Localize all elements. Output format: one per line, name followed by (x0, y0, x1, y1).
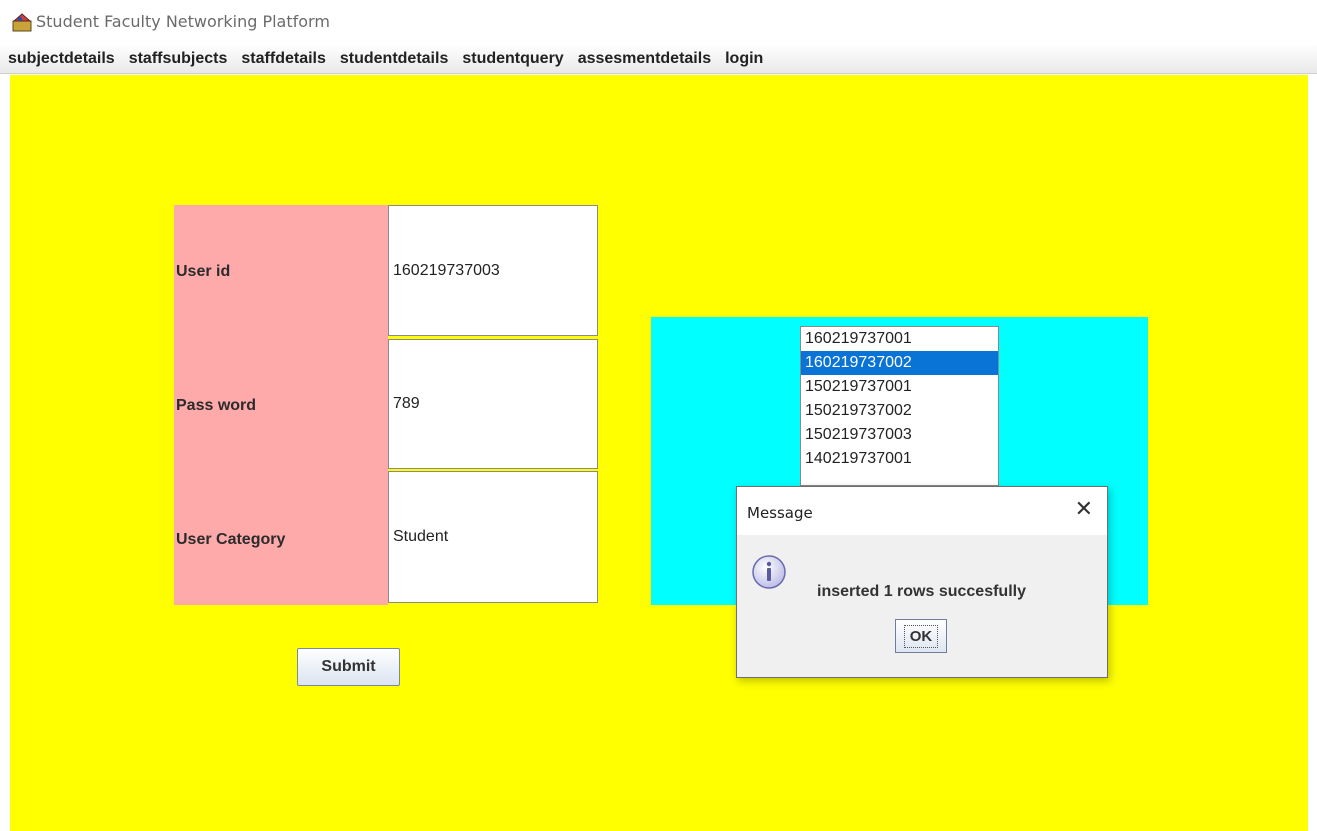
ok-button-label: OK (903, 624, 939, 648)
list-item[interactable]: 160219737001 (801, 327, 998, 351)
password-field[interactable]: 789 (388, 339, 598, 469)
menu-login[interactable]: login (725, 50, 763, 68)
menu-subjectdetails[interactable]: subjectdetails (8, 50, 115, 68)
list-item[interactable]: 140219737001 (801, 447, 998, 471)
list-item[interactable]: 150219737003 (801, 423, 998, 447)
user-id-list[interactable]: 160219737001 160219737002 150219737001 1… (800, 326, 999, 486)
menu-staffdetails[interactable]: staffdetails (241, 50, 325, 68)
dialog-message: inserted 1 rows succesfully (817, 583, 1026, 600)
window-title: Student Faculty Networking Platform (36, 12, 330, 31)
list-item[interactable]: 150219737002 (801, 399, 998, 423)
dialog-title: Message (747, 504, 813, 522)
close-icon[interactable]: ✕ (1075, 497, 1093, 521)
list-item[interactable]: 150219737001 (801, 375, 998, 399)
submit-button[interactable]: Submit (297, 648, 400, 686)
menu-assesmentdetails[interactable]: assesmentdetails (578, 50, 711, 68)
message-dialog: Message ✕ inserted 1 rows succesfully OK (736, 486, 1108, 678)
menu-bar: subjectdetails staffsubjects staffdetail… (0, 44, 1317, 74)
java-app-icon (12, 13, 32, 32)
password-label: Pass word (176, 397, 257, 414)
user-id-field[interactable]: 160219737003 (388, 205, 598, 336)
info-icon (752, 555, 786, 589)
menu-studentquery[interactable]: studentquery (462, 50, 563, 68)
list-item-selected[interactable]: 160219737002 (801, 351, 998, 375)
dialog-titlebar: Message ✕ (737, 487, 1107, 535)
user-id-label: User id (176, 263, 231, 280)
user-category-field[interactable]: Student (388, 471, 598, 603)
menu-staffsubjects[interactable]: staffsubjects (129, 50, 228, 68)
window-titlebar: Student Faculty Networking Platform (0, 0, 1317, 44)
user-category-label: User Category (176, 531, 286, 548)
menu-studentdetails[interactable]: studentdetails (340, 50, 448, 68)
ok-button[interactable]: OK (895, 619, 947, 653)
